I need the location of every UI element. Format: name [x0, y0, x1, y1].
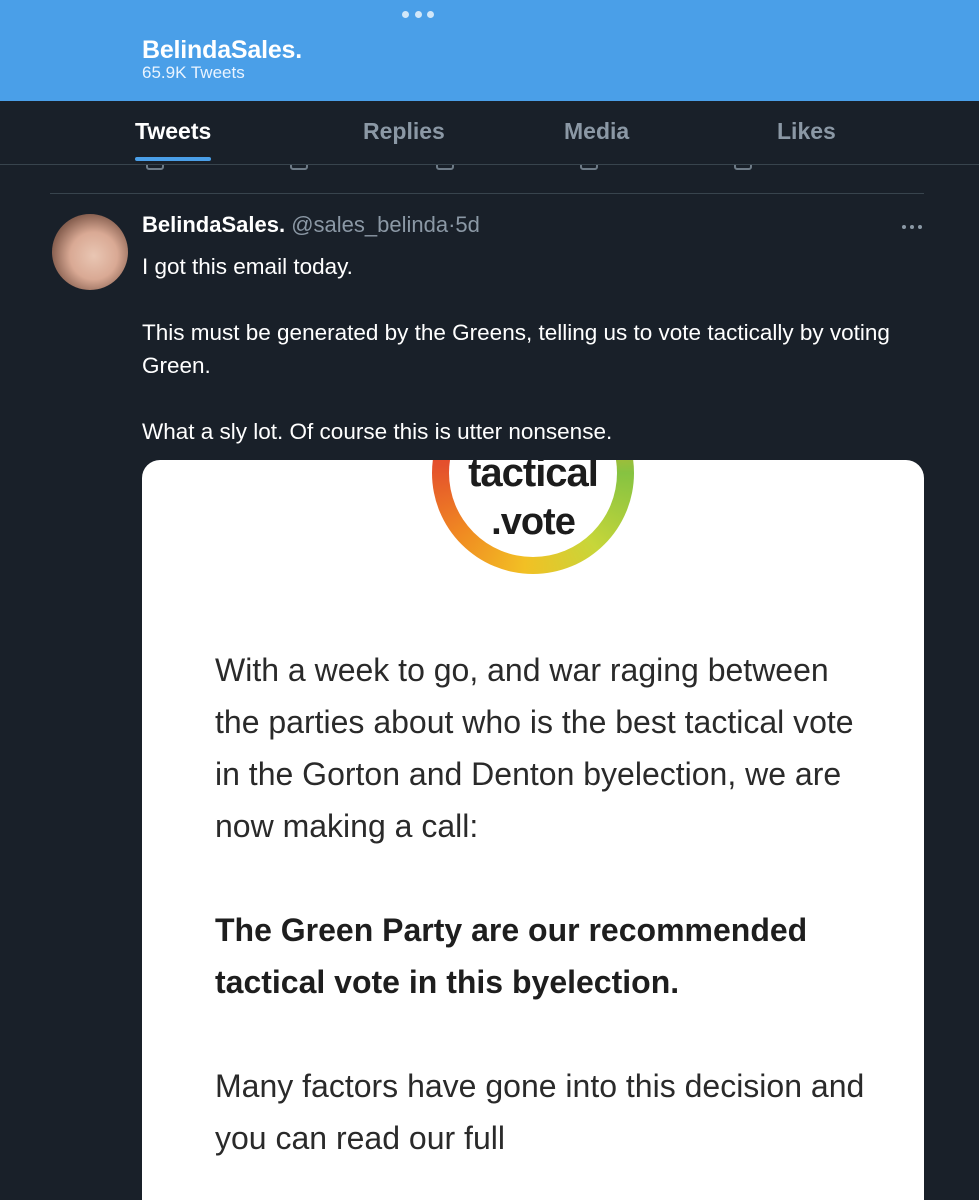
profile-title: BelindaSales. [142, 36, 302, 64]
tab-media[interactable]: Media [564, 118, 629, 145]
tab-replies[interactable]: Replies [363, 118, 445, 145]
tweet-paragraph: This must be generated by the Greens, te… [142, 320, 890, 378]
tweet-media-image[interactable]: tactical .vote With a week to go, and wa… [142, 460, 924, 1200]
avatar[interactable] [52, 214, 128, 290]
email-paragraph-bold: The Green Party are our recommended tact… [215, 912, 808, 1000]
logo-top-word: tactical [468, 460, 599, 495]
user-handle[interactable]: @sales_belinda [291, 212, 448, 237]
tweet-count: 65.9K Tweets [142, 63, 245, 82]
tab-likes[interactable]: Likes [777, 118, 836, 145]
tab-likes-label: Likes [777, 118, 836, 144]
retweet-icon[interactable] [290, 165, 308, 170]
email-paragraph: With a week to go, and war raging betwee… [215, 652, 854, 844]
tactical-vote-logo: tactical .vote [432, 460, 634, 574]
logo-bottom-word: .vote [491, 501, 576, 543]
more-dots-icon[interactable] [402, 10, 434, 18]
profile-tabs: Tweets Replies Media Likes [0, 101, 979, 165]
active-tab-indicator [135, 157, 212, 161]
more-horizontal-icon[interactable] [902, 224, 922, 230]
profile-header: BelindaSales. 65.9K Tweets [0, 0, 979, 101]
tweet-time[interactable]: 5d [455, 212, 479, 237]
tweet-divider [50, 193, 924, 194]
tab-replies-label: Replies [363, 118, 445, 144]
tweet-header: BelindaSales. @sales_belinda·5d [142, 212, 480, 238]
stats-icon[interactable] [580, 165, 598, 170]
like-icon[interactable] [436, 165, 454, 170]
email-paragraph: Many factors have gone into this decisio… [215, 1068, 865, 1156]
previous-tweet-actions [0, 165, 979, 175]
tweet-text: I got this email today. This must be gen… [142, 250, 922, 448]
share-icon[interactable] [734, 165, 752, 170]
tweet-paragraph: I got this email today. [142, 254, 353, 279]
tab-tweets[interactable]: Tweets [135, 118, 212, 161]
display-name[interactable]: BelindaSales. [142, 212, 285, 237]
tab-media-label: Media [564, 118, 630, 144]
tweet-paragraph: What a sly lot. Of course this is utter … [142, 419, 613, 444]
email-body: With a week to go, and war raging betwee… [215, 644, 875, 1200]
reply-icon[interactable] [146, 165, 164, 170]
tab-tweets-label: Tweets [135, 118, 212, 144]
